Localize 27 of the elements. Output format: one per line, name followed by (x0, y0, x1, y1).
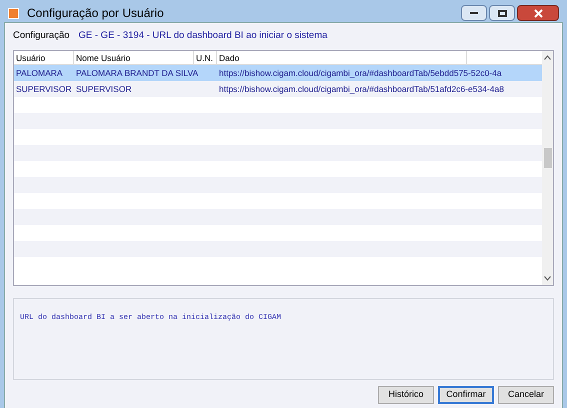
dialog-button[interactable]: Cancelar (498, 386, 554, 404)
dialog-button[interactable]: Confirmar (438, 386, 494, 404)
table-cell: PALOMARA (16, 68, 63, 78)
maximize-button[interactable] (489, 5, 515, 21)
table-cell: PALOMARA BRANDT DA SILVA (76, 68, 198, 78)
column-header[interactable]: U.N. (194, 51, 217, 64)
close-button[interactable] (517, 5, 559, 21)
close-icon (534, 8, 542, 18)
scroll-down-icon (544, 276, 551, 281)
table-cell: https://bishow.cigam.cloud/cigambi_ora/#dashboardTab/51afd2c6-e534-4a8 (219, 84, 504, 94)
window-title: Configuração por Usuário (27, 5, 164, 22)
app-icon (8, 8, 19, 18)
table-row[interactable]: PALOMARA PALOMARA BRANDT DA SILVA https://bishow.cigam.cloud/cigambi_ora/#dashboardTab/5ebdd575-52c0-4a (14, 65, 542, 81)
column-header[interactable]: Usuário (14, 51, 74, 64)
dialog-button[interactable]: Histórico (378, 386, 434, 404)
config-label: Configuração (13, 28, 70, 43)
minimize-button[interactable] (461, 5, 487, 21)
table-row[interactable]: SUPERVISOR SUPERVISOR https://bishow.cigam.cloud/cigambi_ora/#dashboardTab/51afd2c6-e534-4a8 (14, 81, 542, 97)
table-cell: https://bishow.cigam.cloud/cigambi_ora/#dashboardTab/5ebdd575-52c0-4a (219, 68, 502, 78)
column-header[interactable]: Nome Usuário (74, 51, 194, 64)
scrollbar[interactable] (542, 51, 553, 285)
config-value: GE - GE - 3194 - URL do dashboard BI ao iniciar o sistema (78, 28, 328, 43)
scroll-up-icon (544, 55, 551, 60)
table-cell: SUPERVISOR (76, 84, 132, 94)
scroll-thumb[interactable] (544, 148, 552, 168)
column-header[interactable]: Dado (217, 51, 467, 64)
table-cell: SUPERVISOR (16, 84, 72, 94)
